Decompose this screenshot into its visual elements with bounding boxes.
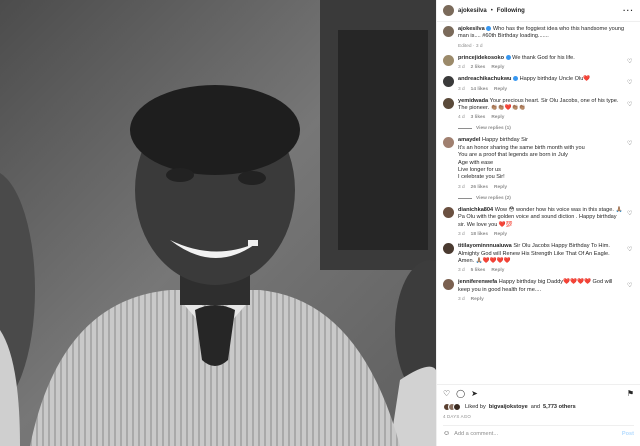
like-comment-heart-icon[interactable]: ♡ <box>627 101 634 108</box>
comment-line: Live longer for us <box>458 167 501 174</box>
comment-line: Age with ease <box>458 159 494 166</box>
like-comment-heart-icon[interactable]: ♡ <box>627 246 634 253</box>
comment-item: jenniferenwefa Happy birthday big Daddy❤… <box>443 279 634 302</box>
comment-time: 3 d <box>458 232 465 238</box>
liked-by-user[interactable]: bigvaijokstoye <box>489 404 528 410</box>
author-username[interactable]: ajokesilva <box>458 8 487 14</box>
instagram-post: ajokesilva • Following ··· ajokesilva Wh… <box>0 0 640 446</box>
like-comment-heart-icon[interactable]: ♡ <box>627 140 634 147</box>
comment-username[interactable]: jenniferenwefa <box>458 279 497 285</box>
post-actions: ♡ ◯ ➤ ⚑ Liked by bigvaijokstoye and 5,77… <box>437 384 640 446</box>
comment-likes[interactable]: 26 likes <box>471 185 488 190</box>
vintage-portrait-image <box>0 0 436 446</box>
comment-likes[interactable]: 3 likes <box>471 115 486 120</box>
caption-avatar[interactable] <box>443 26 454 37</box>
comment-username[interactable]: yemidwada <box>458 98 488 104</box>
comment-time: 3 d <box>458 86 465 92</box>
following-button[interactable]: Following <box>497 8 525 14</box>
comment-time: 3 d <box>458 65 465 71</box>
commenter-avatar[interactable] <box>443 54 454 66</box>
comment-line: I celebrate you Sir! <box>458 174 505 181</box>
like-heart-icon[interactable]: ♡ <box>443 389 450 399</box>
commenter-avatar[interactable] <box>443 137 454 149</box>
comment-item: andreachikachukwu Happy birthday Uncle O… <box>443 76 634 92</box>
view-replies-button[interactable]: View replies (2) <box>458 196 623 201</box>
add-comment-bar: ☺ Add a comment... Post <box>443 425 634 437</box>
commenter-avatar[interactable] <box>443 243 454 255</box>
liked-by-prefix: Liked by <box>465 404 486 410</box>
comment-likes[interactable]: 5 likes <box>471 268 486 273</box>
comment-likes[interactable]: 2 likes <box>471 65 486 70</box>
add-comment-input[interactable]: Add a comment... <box>454 431 498 437</box>
comment-text: We thank God for his life. <box>512 54 575 61</box>
comment-item: princejidekosoko We thank God for his li… <box>443 54 634 71</box>
replies-dash <box>458 197 472 199</box>
comment-item: yemidwada Your precious heart. Sir Olu J… <box>443 97 634 131</box>
commenter-avatar[interactable] <box>443 76 454 88</box>
comment-item: titilayominnnuaiuwa Sir Olu Jacobs Happy… <box>443 243 634 273</box>
post-header: ajokesilva • Following ··· <box>437 0 640 22</box>
comment-likes[interactable]: 18 likes <box>471 232 488 237</box>
comment-time: 3 d <box>458 184 465 190</box>
emoji-smiley-icon[interactable]: ☺ <box>443 430 450 437</box>
like-comment-heart-icon[interactable]: ♡ <box>627 79 634 86</box>
commenter-avatar[interactable] <box>443 97 454 109</box>
comment-line: You are a proof that legends are born in… <box>458 152 568 159</box>
comment-line: It's an honor sharing the same birth mon… <box>458 144 585 151</box>
commenter-avatar[interactable] <box>443 206 454 218</box>
post-side-panel: ajokesilva • Following ··· ajokesilva Wh… <box>436 0 640 446</box>
share-send-icon[interactable]: ➤ <box>471 389 478 399</box>
post-comment-button[interactable]: Post <box>622 431 634 437</box>
reply-button[interactable]: Reply <box>491 268 504 273</box>
comment-time: 4 d <box>458 115 465 121</box>
liker-avatars[interactable] <box>443 403 461 411</box>
comment-username[interactable]: titilayominnnuaiuwa <box>458 243 512 249</box>
caption-meta: Edited · 3 d <box>458 43 483 49</box>
verified-badge-icon <box>513 76 519 82</box>
post-date: 4 DAYS AGO <box>443 414 472 419</box>
separator-dot: • <box>490 7 493 14</box>
author-avatar[interactable] <box>443 5 454 16</box>
comments-list[interactable]: ajokesilva Who has the foggiest idea who… <box>437 22 640 384</box>
comment-line: Happy birthday Sir <box>481 137 528 144</box>
caption-username[interactable]: ajokesilva <box>458 26 485 32</box>
comment-username[interactable]: andreachikachukwu <box>458 76 511 82</box>
comment-bubble-icon[interactable]: ◯ <box>456 389 465 399</box>
action-icons: ♡ ◯ ➤ ⚑ <box>443 389 634 399</box>
reply-button[interactable]: Reply <box>471 297 484 302</box>
commenter-avatar[interactable] <box>443 279 454 291</box>
verified-badge-icon <box>505 54 511 60</box>
like-comment-heart-icon[interactable]: ♡ <box>627 282 634 289</box>
comment-item: amaydel Happy birthday Sir It's an honor… <box>443 137 634 201</box>
comment-text: Happy birthday Uncle Olu❤️ <box>519 76 591 83</box>
reply-button[interactable]: Reply <box>494 232 507 237</box>
comment-username[interactable]: dianichka804 <box>458 207 493 213</box>
view-replies-label[interactable]: View replies (1) <box>476 126 511 131</box>
comment-time: 3 d <box>458 268 465 274</box>
view-replies-label[interactable]: View replies (2) <box>476 196 511 201</box>
liked-by-and: and <box>530 404 541 410</box>
replies-dash <box>458 128 472 130</box>
like-comment-heart-icon[interactable]: ♡ <box>627 210 634 217</box>
liker-avatar <box>453 403 461 411</box>
comment-item: dianichka804 Wow 😳 wonder how his voice … <box>443 206 634 238</box>
liked-by-others[interactable]: 5,773 others <box>543 404 576 410</box>
save-bookmark-icon[interactable]: ⚑ <box>627 389 634 399</box>
reply-button[interactable]: Reply <box>491 65 504 70</box>
reply-button[interactable]: Reply <box>491 115 504 120</box>
comment-likes[interactable]: 14 likes <box>471 87 488 92</box>
verified-badge-icon <box>486 26 492 32</box>
post-photo[interactable] <box>0 0 436 446</box>
reply-button[interactable]: Reply <box>494 87 507 92</box>
reply-button[interactable]: Reply <box>494 185 507 190</box>
more-options-icon[interactable]: ··· <box>623 6 634 15</box>
comment-username[interactable]: amaydel <box>458 137 480 143</box>
comment-username[interactable]: princejidekosoko <box>458 55 504 61</box>
comment-time: 3 d <box>458 297 465 303</box>
liked-by-row: Liked by bigvaijokstoye and 5,773 others <box>443 403 634 411</box>
view-replies-button[interactable]: View replies (1) <box>458 126 623 131</box>
caption: ajokesilva Who has the foggiest idea who… <box>443 26 634 49</box>
like-comment-heart-icon[interactable]: ♡ <box>627 58 634 65</box>
